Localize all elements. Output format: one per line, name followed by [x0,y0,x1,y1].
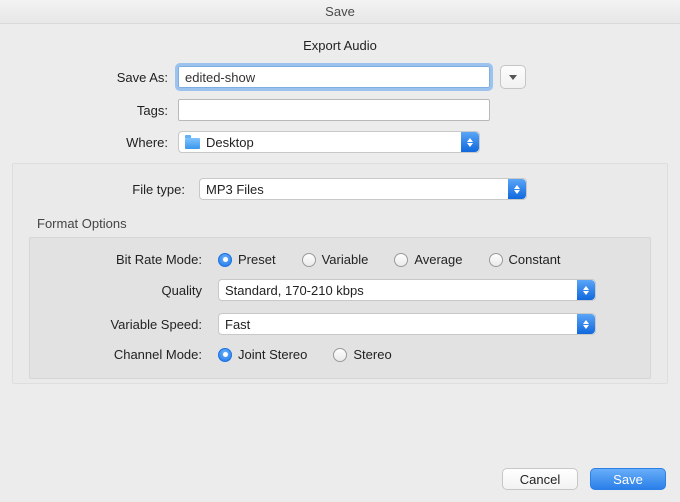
bitrate-radio-constant[interactable]: Constant [489,252,561,267]
window-title: Save [0,0,680,24]
channel-mode-label: Channel Mode: [44,347,218,362]
filetype-select[interactable]: MP3 Files [199,178,527,200]
save-button[interactable]: Save [590,468,666,490]
radio-icon [394,253,408,267]
variable-speed-value: Fast [225,317,250,332]
export-panel: File type: MP3 Files Format Options Bit … [12,163,668,384]
where-label: Where: [0,135,178,150]
tags-label: Tags: [0,103,178,118]
tags-input[interactable] [178,99,490,121]
where-select[interactable]: Desktop [178,131,480,153]
radio-icon [333,348,347,362]
radio-icon [302,253,316,267]
save-as-input[interactable]: edited-show [178,66,490,88]
dialog-subtitle: Export Audio [0,24,680,65]
format-options-group: Bit Rate Mode: Preset Variable Average C… [29,237,651,379]
quality-select[interactable]: Standard, 170-210 kbps [218,279,596,301]
radio-icon [489,253,503,267]
channel-radio-joint[interactable]: Joint Stereo [218,347,307,362]
filetype-value: MP3 Files [206,182,264,197]
quality-label: Quality [44,283,218,298]
radio-icon [218,253,232,267]
folder-icon [185,138,200,149]
bitrate-radio-variable[interactable]: Variable [302,252,369,267]
variable-speed-label: Variable Speed: [44,317,218,332]
chevron-down-icon [509,75,517,80]
quality-value: Standard, 170-210 kbps [225,283,364,298]
radio-icon [218,348,232,362]
cancel-button[interactable]: Cancel [502,468,578,490]
format-options-header: Format Options [37,216,651,231]
filetype-label: File type: [29,182,199,197]
expand-options-button[interactable] [500,65,526,89]
save-as-label: Save As: [0,70,178,85]
select-arrows-icon [577,280,595,300]
bitrate-radio-preset[interactable]: Preset [218,252,276,267]
select-arrows-icon [508,179,526,199]
bitrate-label: Bit Rate Mode: [44,252,218,267]
bitrate-radio-average[interactable]: Average [394,252,462,267]
channel-radio-stereo[interactable]: Stereo [333,347,391,362]
select-arrows-icon [577,314,595,334]
variable-speed-select[interactable]: Fast [218,313,596,335]
where-value: Desktop [206,135,254,150]
select-arrows-icon [461,132,479,152]
